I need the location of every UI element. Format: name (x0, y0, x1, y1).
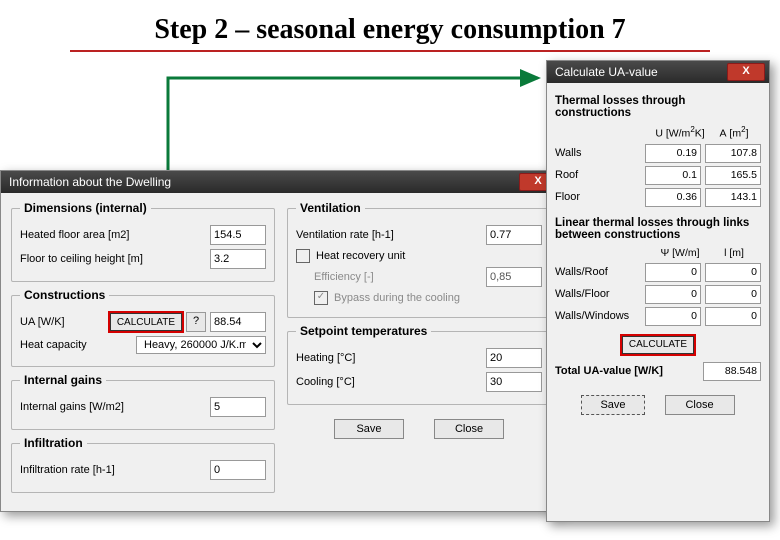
ceiling-height-input[interactable] (210, 249, 266, 269)
internal-gains-label: Internal gains [W/m2] (20, 401, 210, 413)
cooling-setpoint-input[interactable] (486, 372, 542, 392)
efficiency-input (486, 267, 542, 287)
walls-floor-label: Walls/Floor (555, 288, 641, 300)
col-l-heading: l [m] (707, 247, 761, 259)
walls-windows-psi-input[interactable] (645, 307, 701, 326)
internal-gains-input[interactable] (210, 397, 266, 417)
col-a-heading: A [m2] (707, 125, 761, 140)
dwelling-titlebar[interactable]: Information about the Dwelling X (1, 171, 561, 193)
ventilation-group: Ventilation Ventilation rate [h-1] Heat … (287, 201, 551, 318)
floor-u-input[interactable] (645, 188, 701, 207)
ua-label: UA [W/K] (20, 316, 110, 328)
walls-a-input[interactable] (705, 144, 761, 163)
heated-area-label: Heated floor area [m2] (20, 229, 210, 241)
help-button[interactable]: ? (186, 312, 206, 332)
efficiency-label: Efficiency [-] (314, 271, 486, 283)
heat-capacity-label: Heat capacity (20, 339, 136, 351)
floor-label: Floor (555, 191, 641, 203)
ua-save-button[interactable]: Save (581, 395, 644, 415)
close-icon[interactable]: X (727, 63, 765, 81)
dwelling-title-text: Information about the Dwelling (9, 175, 171, 189)
roof-a-input[interactable] (705, 166, 761, 185)
walls-roof-psi-input[interactable] (645, 263, 701, 282)
ua-calculate-button[interactable]: CALCULATE (622, 336, 694, 354)
ventilation-rate-label: Ventilation rate [h-1] (296, 229, 486, 241)
heat-capacity-select[interactable]: Heavy, 260000 J/K.m2 (136, 336, 266, 354)
heat-recovery-label: Heat recovery unit (316, 250, 542, 262)
ua-value-input[interactable] (210, 312, 266, 332)
calculate-ua-button[interactable]: CALCULATE (110, 313, 182, 331)
walls-roof-l-input[interactable] (705, 263, 761, 282)
total-ua-label: Total UA-value [W/K] (555, 365, 703, 377)
col-u-heading: U [W/m2K] (653, 125, 707, 140)
walls-windows-label: Walls/Windows (555, 310, 641, 322)
dimensions-group: Dimensions (internal) Heated floor area … (11, 201, 275, 282)
floor-a-input[interactable] (705, 188, 761, 207)
dwelling-info-window: Information about the Dwelling X Dimensi… (0, 170, 562, 512)
ua-section2-heading: Linear thermal losses through links betw… (555, 217, 761, 241)
cooling-setpoint-label: Cooling [°C] (296, 376, 486, 388)
slide-title: Step 2 – seasonal energy consumption 7 (0, 0, 780, 46)
ventilation-legend: Ventilation (296, 201, 365, 215)
constructions-legend: Constructions (20, 288, 109, 302)
setpoints-group: Setpoint temperatures Heating [°C] Cooli… (287, 324, 551, 405)
infiltration-legend: Infiltration (20, 436, 87, 450)
walls-u-input[interactable] (645, 144, 701, 163)
close-button[interactable]: Close (434, 419, 504, 439)
infiltration-group: Infiltration Infiltration rate [h-1] (11, 436, 275, 493)
ventilation-rate-input[interactable] (486, 225, 542, 245)
walls-floor-l-input[interactable] (705, 285, 761, 304)
infiltration-rate-label: Infiltration rate [h-1] (20, 464, 210, 476)
heat-recovery-checkbox[interactable] (296, 249, 310, 263)
constructions-group: Constructions UA [W/K] CALCULATE ? Heat … (11, 288, 275, 367)
internal-gains-group: Internal gains Internal gains [W/m2] (11, 373, 275, 430)
ua-titlebar[interactable]: Calculate UA-value X (547, 61, 769, 83)
setpoints-legend: Setpoint temperatures (296, 324, 431, 338)
infiltration-rate-input[interactable] (210, 460, 266, 480)
ceiling-height-label: Floor to ceiling height [m] (20, 253, 210, 265)
ua-close-button[interactable]: Close (665, 395, 735, 415)
internal-gains-legend: Internal gains (20, 373, 106, 387)
calculate-ua-window: Calculate UA-value X Thermal losses thro… (546, 60, 770, 522)
ua-title-text: Calculate UA-value (555, 65, 658, 79)
save-button[interactable]: Save (334, 419, 404, 439)
col-psi-heading: Ψ [W/m] (653, 247, 707, 259)
walls-windows-l-input[interactable] (705, 307, 761, 326)
total-ua-output (703, 362, 761, 381)
bypass-checkbox (314, 291, 328, 305)
roof-label: Roof (555, 169, 641, 181)
dimensions-legend: Dimensions (internal) (20, 201, 151, 215)
walls-label: Walls (555, 147, 641, 159)
ua-section1-heading: Thermal losses through constructions (555, 95, 761, 119)
walls-roof-label: Walls/Roof (555, 266, 641, 278)
walls-floor-psi-input[interactable] (645, 285, 701, 304)
heating-setpoint-label: Heating [°C] (296, 352, 486, 364)
bypass-label: Bypass during the cooling (334, 292, 542, 304)
roof-u-input[interactable] (645, 166, 701, 185)
heated-area-input[interactable] (210, 225, 266, 245)
heating-setpoint-input[interactable] (486, 348, 542, 368)
title-underline (70, 50, 710, 52)
